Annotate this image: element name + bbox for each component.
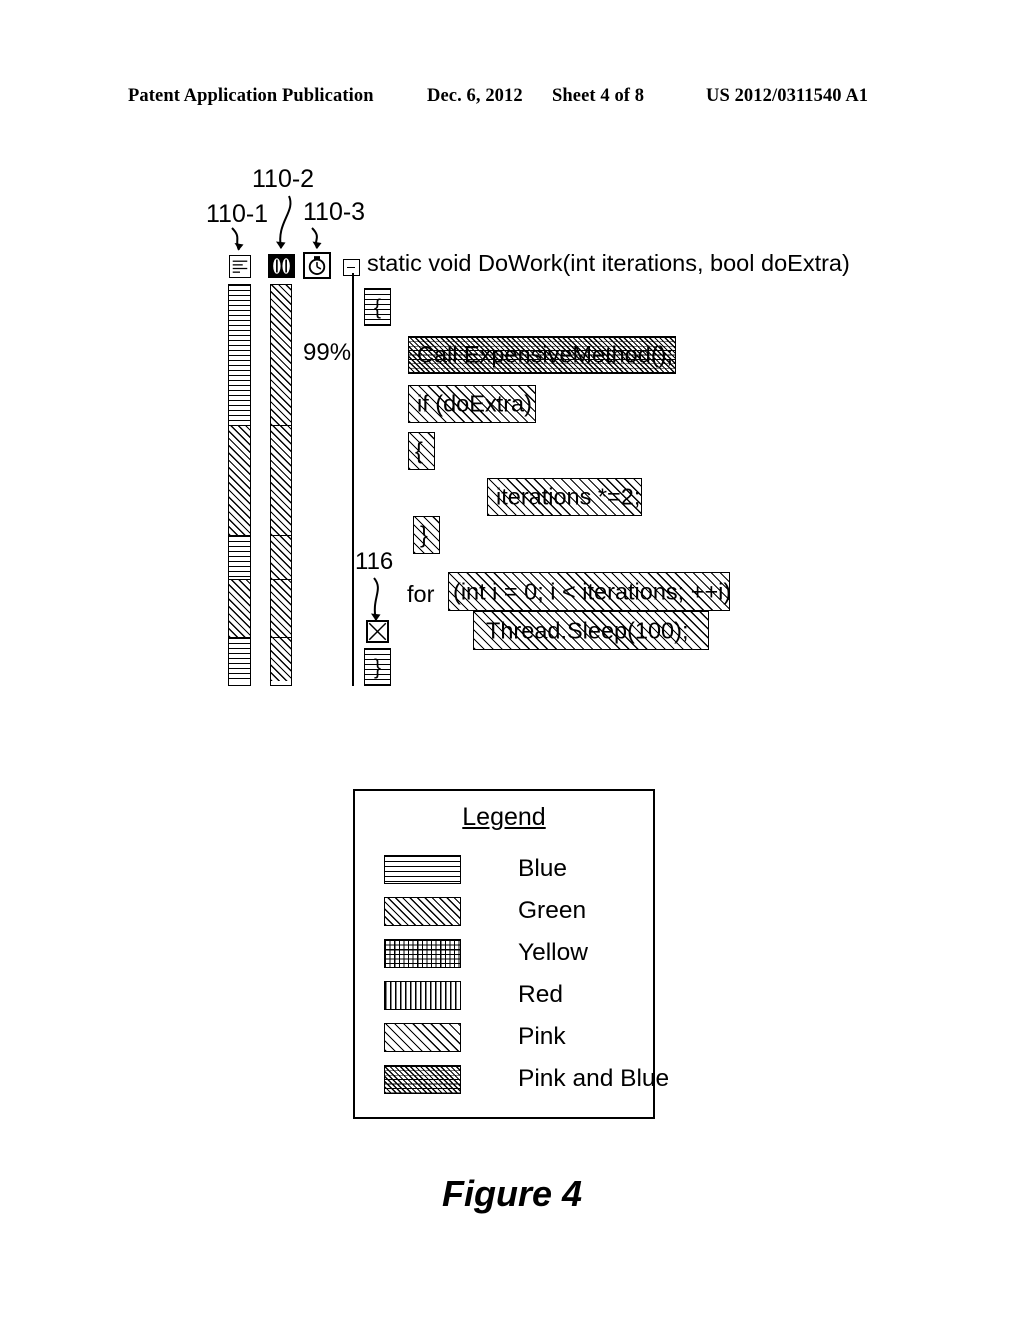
code-line-thread-sleep: Thread.Sleep(100); <box>473 611 709 650</box>
indicator-bar-1 <box>228 284 251 686</box>
legend-row-yellow: Yellow <box>384 938 634 968</box>
gutter-open-brace-text: { <box>373 295 381 319</box>
code-line-call-expensive-method: Call ExpensiveMethod(); <box>408 336 676 374</box>
code-line-for-condition-text: (int i = 0; i < iterations; ++i) <box>453 578 732 604</box>
percent-marker: 99% <box>303 339 352 366</box>
legend-swatch-blue <box>384 854 461 884</box>
document-lines-icon[interactable] <box>229 255 251 278</box>
callout-label-110-1: 110-1 <box>206 200 269 228</box>
outline-tree-line <box>352 273 354 686</box>
bar1-segment-green-1 <box>229 425 250 535</box>
legend-swatch-green <box>384 896 461 926</box>
legend-panel: Legend Blue Green Yellow Red Pink Pink a… <box>353 789 669 1119</box>
gutter-close-brace-text: } <box>373 655 381 679</box>
code-line-iterations-text: iterations *=2; <box>496 483 641 510</box>
code-line-close-brace-text: } <box>420 521 428 548</box>
legend-label-pink: Pink <box>518 1023 566 1050</box>
pause-bars-icon[interactable] <box>268 254 295 278</box>
callout-label-110-2: 110-2 <box>252 165 315 193</box>
legend-row-blue: Blue <box>384 854 634 884</box>
document-lines-glyph <box>232 260 248 273</box>
gutter-open-brace: { <box>364 288 391 326</box>
bar1-segment-green-2 <box>229 579 250 637</box>
callout-label-116: 116 <box>355 548 394 575</box>
bar1-segment-blue-2 <box>229 535 250 579</box>
bar2-segment-green-1 <box>271 285 291 425</box>
code-line-thread-sleep-text: Thread.Sleep(100); <box>486 617 689 643</box>
bar1-segment-blue-3 <box>229 637 250 681</box>
code-line-open-brace-text: { <box>415 437 423 464</box>
code-line-if-doextra: if (doExtra) <box>408 385 536 423</box>
header-date-text: Dec. 6, 2012 <box>427 86 523 106</box>
bar2-segment-green-5 <box>271 637 291 681</box>
legend-label-red: Red <box>518 981 563 1008</box>
bar2-segment-green-4 <box>271 579 291 637</box>
legend-label-yellow: Yellow <box>518 939 588 966</box>
legend-label-green: Green <box>518 897 587 924</box>
header-publication-text: Patent Application Publication <box>128 86 374 106</box>
stopwatch-glyph <box>308 256 326 275</box>
indicator-bar-2 <box>270 284 292 686</box>
code-line-open-brace: { <box>408 432 435 470</box>
code-for-keyword: for <box>407 581 435 607</box>
leader-lines <box>231 195 381 621</box>
x-box-glyph <box>368 622 387 641</box>
x-box-icon[interactable] <box>366 620 389 643</box>
legend-title: Legend <box>462 803 546 831</box>
code-line-for-condition: (int i = 0; i < iterations; ++i) <box>448 572 732 611</box>
figure-caption: Figure 4 <box>441 1173 583 1214</box>
legend-label-pink-and-blue: Pink and Blue <box>518 1065 670 1092</box>
header-patent-number: US 2012/0311540 A1 <box>706 86 869 106</box>
legend-row-green: Green <box>384 896 634 926</box>
pause-bars-glyph <box>269 255 294 277</box>
code-signature: static void DoWork(int iterations, bool … <box>367 250 850 276</box>
gutter-close-brace: } <box>364 648 391 686</box>
publication-header: Patent Application Publication Dec. 6, 2… <box>0 86 1024 112</box>
legend-row-red: Red <box>384 980 634 1010</box>
legend-swatch-red <box>384 980 461 1010</box>
legend-swatch-pink-and-blue <box>384 1064 461 1094</box>
legend-swatch-yellow <box>384 938 461 968</box>
code-line-if-doextra-text: if (doExtra) <box>417 390 532 417</box>
legend-swatch-pink <box>384 1022 461 1052</box>
callout-label-110-3: 110-3 <box>303 198 366 226</box>
bar2-segment-green-2 <box>271 425 291 535</box>
legend-row-pink-and-blue: Pink and Blue <box>384 1064 669 1094</box>
stopwatch-icon[interactable] <box>303 252 331 279</box>
code-line-iterations: iterations *=2; <box>487 478 642 516</box>
bar2-segment-green-3 <box>271 535 291 579</box>
code-line-close-brace: } <box>413 516 440 554</box>
legend-label-blue: Blue <box>518 855 568 882</box>
bar1-segment-blue-1 <box>229 285 250 425</box>
code-line-call-expensive-method-text: Call ExpensiveMethod(); <box>417 341 673 368</box>
legend-row-pink: Pink <box>384 1022 634 1052</box>
header-sheet-text: Sheet 4 of 8 <box>552 86 645 106</box>
